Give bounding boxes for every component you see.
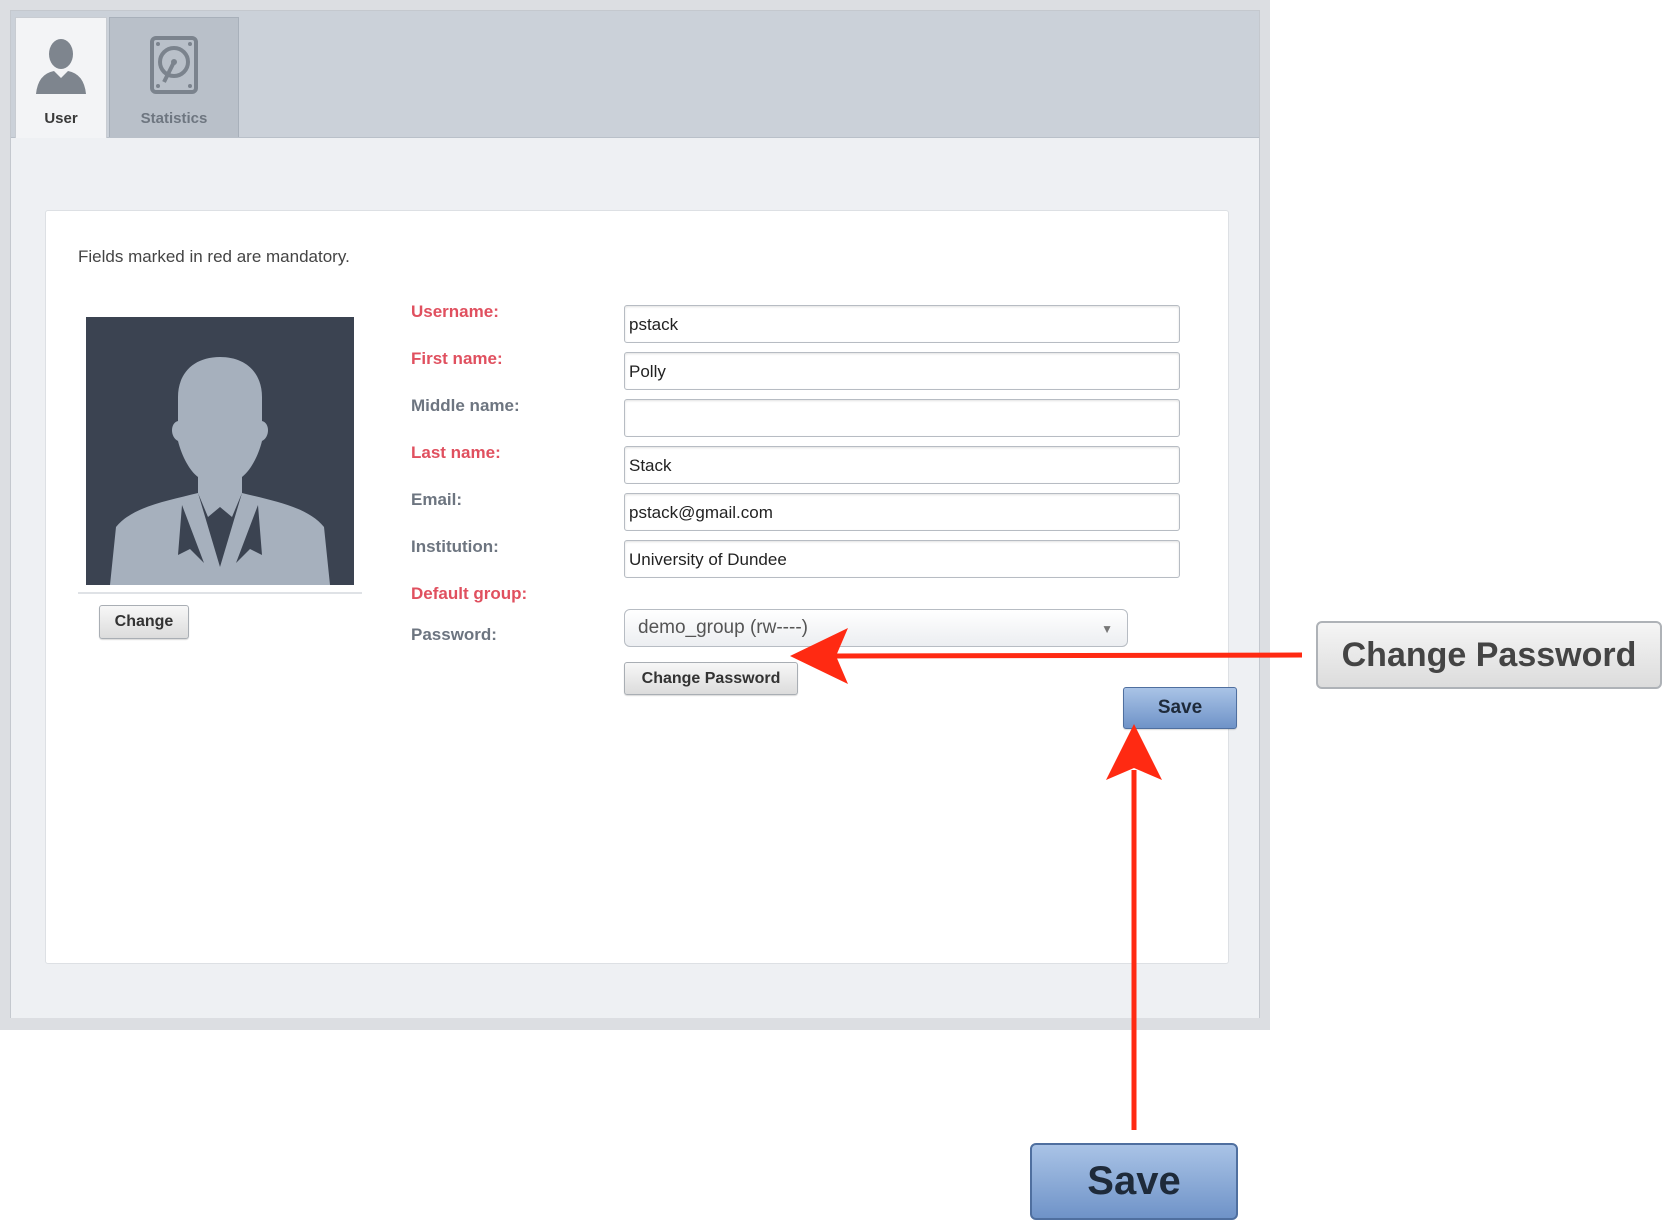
password-label: Password: [411,625,497,644]
username-label: Username: [411,302,499,321]
default-group-value: demo_group (rw----) [638,617,808,638]
default-group-select[interactable]: demo_group (rw----) ▼ [624,609,1128,647]
default-group-label: Default group: [411,584,528,603]
email-field[interactable]: pstack@gmail.com [624,493,1180,531]
tab-statistics[interactable]: Statistics [109,17,239,137]
username-field[interactable]: pstack [624,305,1180,343]
middle-name-label: Middle name: [411,396,520,415]
user-form-panel: Fields marked in red are mandatory. Chan… [45,210,1237,964]
tab-user[interactable]: User [15,17,107,139]
tab-user-label: User [44,110,78,127]
avatar [86,317,354,585]
first-name-field[interactable]: Polly [624,352,1180,390]
save-callout: Save [1030,1143,1238,1220]
user-icon [32,36,90,101]
change-password-button[interactable]: Change Password [624,662,798,695]
chevron-down-icon: ▼ [1101,622,1113,636]
change-avatar-button[interactable]: Change [99,605,189,639]
tab-content: Fields marked in red are mandatory. Chan… [11,138,1259,1018]
middle-name-field[interactable] [624,399,1180,437]
tab-bar: User Statistics [11,11,1259,139]
institution-field[interactable]: University of Dundee [624,540,1180,578]
avatar-divider [78,592,362,594]
last-name-label: Last name: [411,443,501,462]
mandatory-note: Fields marked in red are mandatory. [78,247,350,266]
email-label: Email: [411,490,463,509]
avatar-silhouette-icon [110,357,330,585]
institution-label: Institution: [411,537,499,556]
change-password-callout: Change Password [1316,621,1662,689]
account-window: User Statistics Fields marked in red are… [0,0,1270,1030]
save-button[interactable]: Save [1123,687,1237,729]
tab-statistics-label: Statistics [140,110,208,127]
first-name-label: First name: [411,349,503,368]
account-panel-frame: User Statistics Fields marked in red are… [10,10,1260,1018]
hard-drive-icon [150,36,198,99]
last-name-field[interactable]: Stack [624,446,1180,484]
